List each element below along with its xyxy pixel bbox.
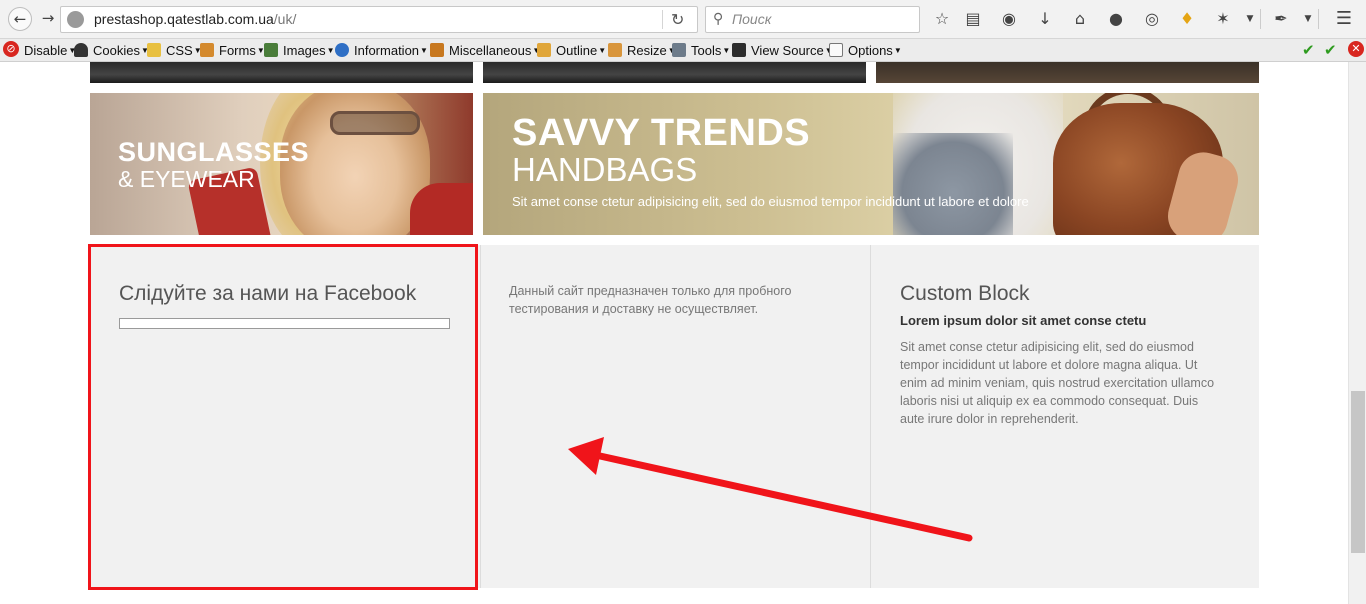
forward-button[interactable]: → [36, 7, 60, 31]
custom-block-title: Custom Block [900, 282, 1030, 305]
model-shirt [410, 183, 473, 235]
pocket-icon[interactable]: ◉ [999, 9, 1019, 29]
menu-view-source[interactable]: View Source▼ [732, 42, 833, 59]
product-image-strip[interactable] [483, 62, 866, 83]
custom-block-text: Sit amet conse ctetur adipisicing elit, … [900, 340, 1215, 426]
banner-heading: SAVVY TRENDS [512, 112, 811, 154]
stop-icon: ⊘ [3, 41, 19, 57]
chevron-down-icon[interactable]: ▼ [1298, 9, 1318, 29]
menu-tools[interactable]: Tools▼ [672, 42, 730, 59]
browser-navbar: ← → prestashop.qatestlab.com.ua/uk/ ↻ ⚲ … [0, 0, 1366, 39]
check-icon[interactable]: ✔ [1324, 41, 1337, 59]
banner-subheading: & EYEWEAR [118, 166, 255, 192]
url-separator [662, 10, 663, 29]
annotation-highlight-box [88, 244, 478, 590]
menu-options[interactable]: Options▼ [829, 42, 902, 59]
url-bar[interactable]: prestashop.qatestlab.com.ua/uk/ ↻ [60, 6, 698, 33]
web-developer-toolbar: ⊘ Disable▼ Cookies▼ CSS▼ Forms▼ Images▼ … [0, 39, 1366, 62]
globe-icon [67, 11, 84, 28]
menu-images[interactable]: Images▼ [264, 42, 335, 59]
shield-icon[interactable]: ♦ [1177, 9, 1197, 29]
clipboard-icon [200, 43, 214, 57]
info-icon [335, 43, 349, 57]
banner-heading: SUNGLASSES [118, 137, 310, 167]
bookmark-star-icon[interactable]: ☆ [932, 9, 952, 29]
menu-icon[interactable]: ☰ [1334, 9, 1354, 29]
toolbar-separator [1260, 9, 1261, 29]
image-icon [264, 43, 278, 57]
chevron-down-icon[interactable]: ▼ [1240, 9, 1260, 29]
url-text: prestashop.qatestlab.com.ua/uk/ [94, 11, 297, 27]
scrollbar-thumb[interactable] [1351, 391, 1365, 553]
bug-icon[interactable]: ✶ [1213, 9, 1233, 29]
pencil-icon [537, 43, 551, 57]
pencil-icon [147, 43, 161, 57]
menu-resize[interactable]: Resize▼ [608, 42, 676, 59]
menu-outline[interactable]: Outline▼ [537, 42, 606, 59]
handbags-banner[interactable]: SAVVY TRENDS HANDBAGS Sit amet conse cte… [483, 93, 1259, 235]
search-placeholder: Поиск [732, 11, 772, 27]
back-button[interactable]: ← [8, 7, 32, 31]
product-image-strip[interactable] [90, 62, 473, 83]
product-image-strip[interactable] [876, 62, 1259, 83]
download-icon[interactable]: ↓ [1035, 9, 1055, 29]
book-icon [430, 43, 444, 57]
menu-css[interactable]: CSS▼ [147, 42, 202, 59]
banner-subheading: HANDBAGS [512, 151, 698, 188]
person-icon [74, 43, 88, 57]
extension-icon[interactable]: ◎ [1142, 9, 1162, 29]
menu-miscellaneous[interactable]: Miscellaneous▼ [430, 42, 540, 59]
site-notice: Данный сайт предназначен только для проб… [509, 284, 792, 316]
reload-icon[interactable]: ↻ [671, 7, 684, 32]
chat-icon[interactable]: ● [1106, 9, 1126, 29]
tools-icon [672, 43, 686, 57]
column-divider [870, 245, 871, 588]
document-icon [829, 43, 843, 57]
pencil-icon [608, 43, 622, 57]
error-icon[interactable]: ✕ [1348, 41, 1364, 57]
menu-forms[interactable]: Forms▼ [200, 42, 265, 59]
home-icon[interactable]: ⌂ [1070, 9, 1090, 29]
reading-list-icon[interactable]: ▤ [963, 9, 983, 29]
terminal-icon [732, 43, 746, 57]
eyedropper-icon[interactable]: ✒ [1271, 9, 1291, 29]
sunglasses-banner[interactable]: SUNGLASSES & EYEWEAR [90, 93, 473, 235]
column-divider [480, 245, 481, 588]
banner-text: Sit amet conse ctetur adipisicing elit, … [512, 194, 1029, 209]
model-jeans [893, 133, 1013, 235]
menu-cookies[interactable]: Cookies▼ [74, 42, 149, 59]
menu-information[interactable]: Information▼ [335, 42, 428, 59]
search-input[interactable]: ⚲ Поиск [705, 6, 920, 33]
check-icon[interactable]: ✔ [1302, 41, 1315, 59]
custom-block-subtitle: Lorem ipsum dolor sit amet conse ctetu [900, 313, 1147, 328]
sunglasses-graphic [330, 111, 420, 135]
search-icon: ⚲ [713, 11, 724, 27]
toolbar-separator [1318, 9, 1319, 29]
menu-disable[interactable]: Disable▼ [24, 42, 76, 59]
